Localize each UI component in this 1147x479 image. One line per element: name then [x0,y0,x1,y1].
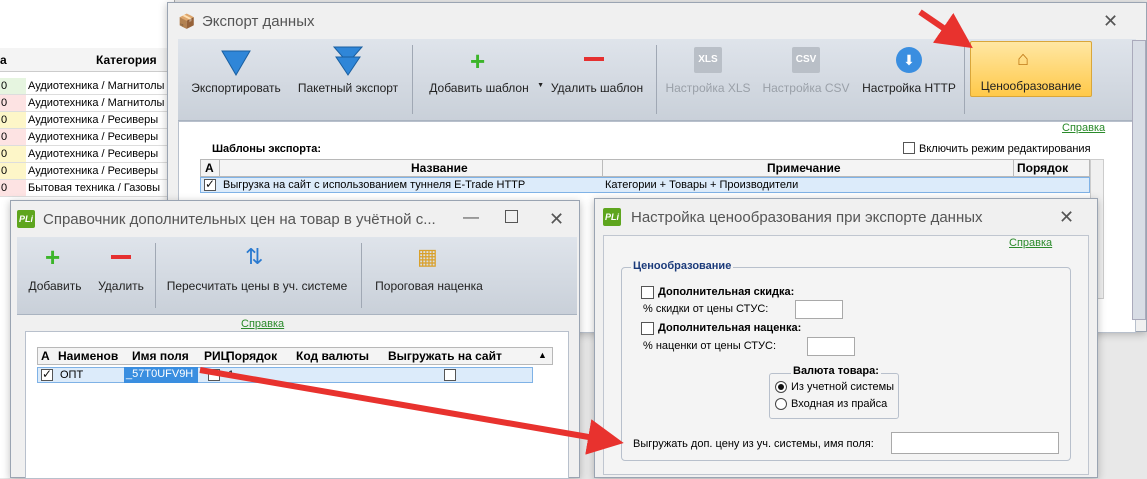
annotation-arrows [199,9,973,455]
arrow-to-upload-field [199,367,624,455]
arrow-to-pricing-button [918,9,973,49]
